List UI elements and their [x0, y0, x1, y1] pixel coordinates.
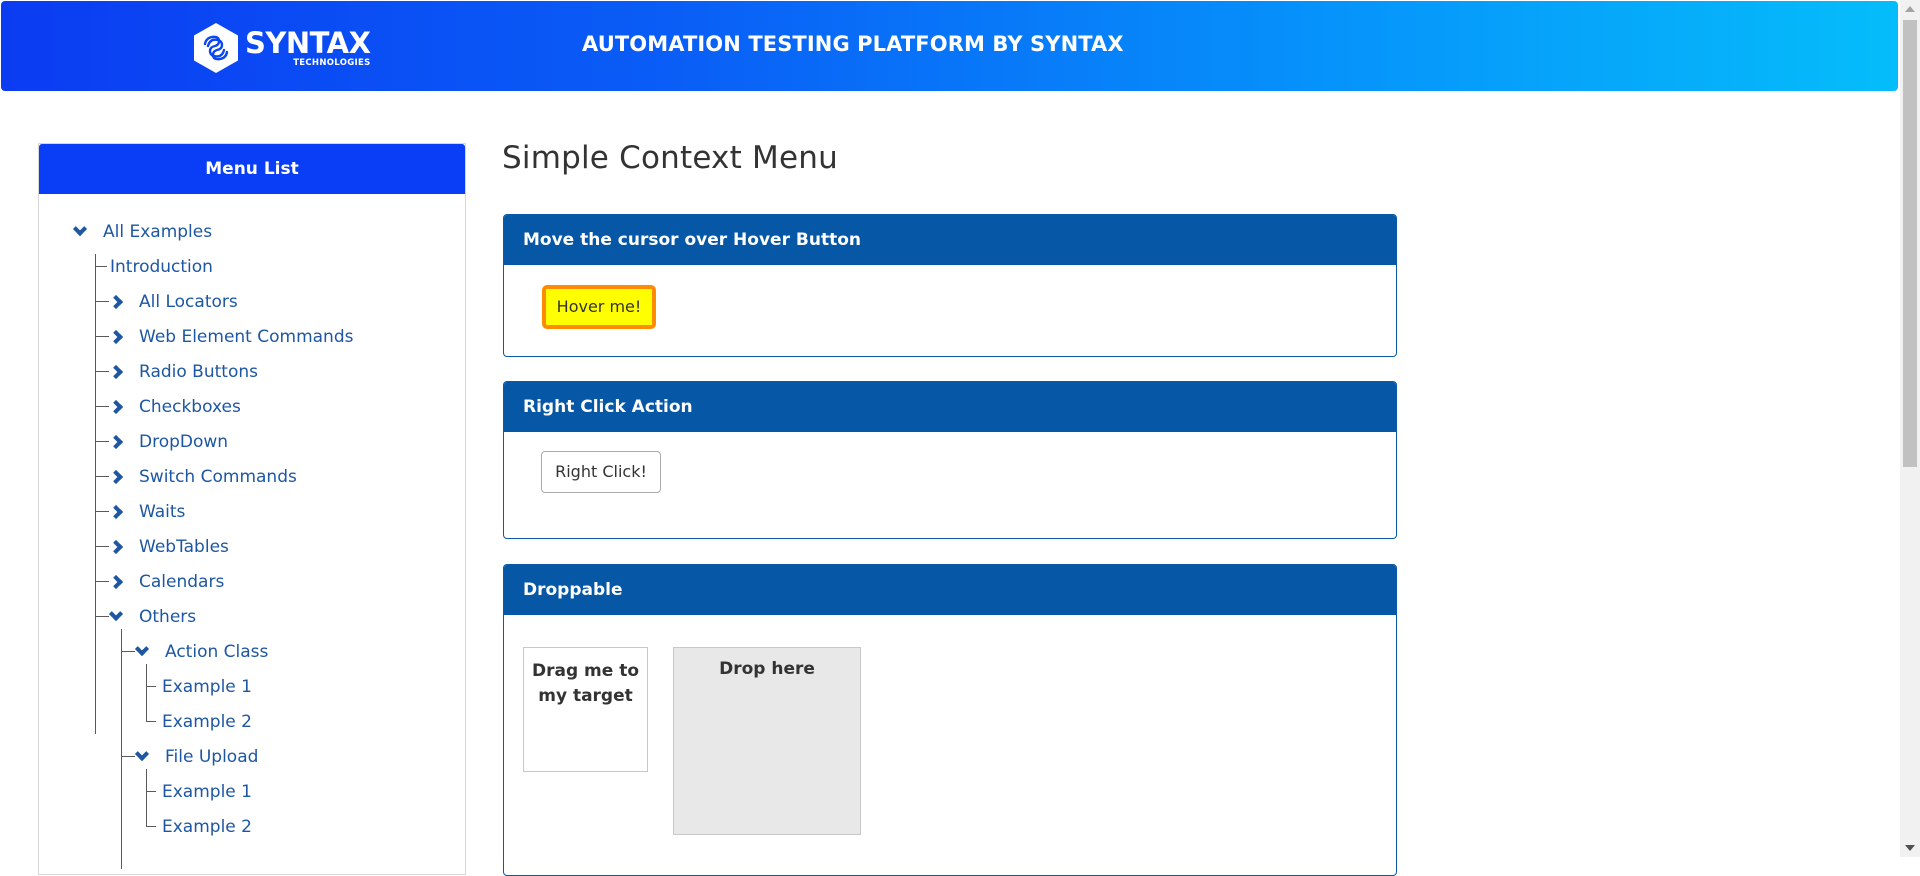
menu-item-web-element-commands[interactable]: Web Element Commands — [108, 327, 354, 347]
header-bar: SYNTAX TECHNOLOGIES AUTOMATION TESTING P… — [1, 1, 1898, 91]
menu-item-label: All Examples — [103, 222, 213, 242]
page-scrollbar[interactable] — [1900, 0, 1920, 857]
scrollbar-thumb[interactable] — [1903, 20, 1917, 467]
chevron-down-icon — [134, 746, 150, 762]
menu-item-label: Calendars — [139, 572, 225, 592]
menu-item-introduction[interactable]: Introduction — [110, 257, 213, 277]
menu-item-dropdown[interactable]: DropDown — [108, 432, 229, 452]
droppable-panel-title: Droppable — [504, 565, 1396, 615]
tree-line — [95, 254, 96, 734]
menu-item-label: Example 1 — [162, 782, 252, 802]
menu-item-radio-buttons[interactable]: Radio Buttons — [108, 362, 258, 382]
chevron-right-icon — [108, 294, 124, 310]
menu-item-label: Example 2 — [162, 712, 252, 732]
droppable-panel: Droppable Drag me to my target Drop here — [503, 564, 1397, 876]
chevron-right-icon — [108, 329, 124, 345]
tree-line — [95, 546, 109, 547]
right-click-panel-title: Right Click Action — [504, 382, 1396, 432]
scroll-up-arrow-icon[interactable] — [1905, 6, 1915, 12]
syntax-logo[interactable]: SYNTAX TECHNOLOGIES — [193, 20, 371, 76]
chevron-down-icon — [134, 641, 150, 657]
right-click-panel: Right Click Action Right Click! — [503, 381, 1397, 539]
logo-wordmark: SYNTAX — [245, 25, 371, 60]
logo-subtitle: TECHNOLOGIES — [293, 57, 371, 68]
chevron-right-icon — [108, 364, 124, 380]
menu-list-header: Menu List — [39, 144, 465, 194]
tree-line — [95, 441, 109, 442]
menu-item-label: Radio Buttons — [139, 362, 258, 382]
menu-item-upload-example-2[interactable]: Example 2 — [162, 817, 252, 837]
page-title: Simple Context Menu — [502, 140, 838, 176]
tree-line — [95, 511, 109, 512]
menu-item-switch-commands[interactable]: Switch Commands — [108, 467, 297, 487]
menu-item-label: Example 1 — [162, 677, 252, 697]
chevron-right-icon — [108, 504, 124, 520]
chevron-right-icon — [108, 469, 124, 485]
site-title: AUTOMATION TESTING PLATFORM BY SYNTAX — [582, 32, 1124, 56]
menu-item-label: Switch Commands — [139, 467, 297, 487]
chevron-down-icon — [72, 221, 88, 237]
scroll-down-arrow-icon[interactable] — [1905, 845, 1915, 851]
menu-list: Menu List All Examples Introduction All … — [38, 143, 466, 875]
menu-item-label: WebTables — [139, 537, 229, 557]
tree-line — [95, 336, 109, 337]
menu-item-others[interactable]: Others — [108, 606, 197, 627]
tree-line — [146, 791, 156, 792]
menu-item-label: DropDown — [139, 432, 229, 452]
menu-item-waits[interactable]: Waits — [108, 502, 186, 522]
menu-item-label: Checkboxes — [139, 397, 241, 417]
menu-item-label: Action Class — [165, 642, 269, 662]
tree-line — [95, 266, 107, 267]
menu-item-webtables[interactable]: WebTables — [108, 537, 229, 557]
menu-item-action-example-1[interactable]: Example 1 — [162, 677, 252, 697]
tree-line — [95, 301, 109, 302]
tree-line — [146, 686, 156, 687]
menu-item-all-locators[interactable]: All Locators — [108, 292, 238, 312]
menu-item-label: Web Element Commands — [139, 327, 354, 347]
tree-line — [146, 721, 156, 722]
chevron-right-icon — [108, 399, 124, 415]
hover-button[interactable]: Hover me! — [542, 285, 656, 329]
drop-target[interactable]: Drop here — [673, 647, 861, 835]
tree-line — [95, 616, 109, 617]
menu-item-label: Waits — [139, 502, 186, 522]
menu-item-all-examples[interactable]: All Examples — [72, 221, 213, 242]
tree-line — [146, 826, 156, 827]
menu-item-label: Introduction — [110, 257, 213, 277]
tree-line — [121, 651, 135, 652]
menu-item-label: All Locators — [139, 292, 238, 312]
menu-item-action-example-2[interactable]: Example 2 — [162, 712, 252, 732]
menu-item-action-class[interactable]: Action Class — [134, 641, 269, 662]
hover-panel-title: Move the cursor over Hover Button — [504, 215, 1396, 265]
menu-item-upload-example-1[interactable]: Example 1 — [162, 782, 252, 802]
chevron-down-icon — [108, 606, 124, 622]
syntax-logo-icon — [194, 23, 238, 73]
draggable-box[interactable]: Drag me to my target — [523, 647, 648, 772]
chevron-right-icon — [108, 539, 124, 555]
chevron-right-icon — [108, 434, 124, 450]
menu-item-label: File Upload — [165, 747, 259, 767]
menu-item-file-upload[interactable]: File Upload — [134, 746, 259, 767]
tree-line — [121, 756, 135, 757]
hover-panel: Move the cursor over Hover Button Hover … — [503, 214, 1397, 357]
right-click-button[interactable]: Right Click! — [541, 451, 661, 493]
tree-line — [95, 476, 109, 477]
tree-line — [95, 406, 109, 407]
menu-item-calendars[interactable]: Calendars — [108, 572, 225, 592]
tree-line — [146, 664, 147, 721]
tree-line — [121, 629, 122, 869]
chevron-right-icon — [108, 574, 124, 590]
menu-item-label: Others — [139, 607, 197, 627]
tree-line — [146, 769, 147, 826]
tree-line — [95, 371, 109, 372]
menu-item-checkboxes[interactable]: Checkboxes — [108, 397, 241, 417]
menu-item-label: Example 2 — [162, 817, 252, 837]
tree-line — [95, 581, 109, 582]
